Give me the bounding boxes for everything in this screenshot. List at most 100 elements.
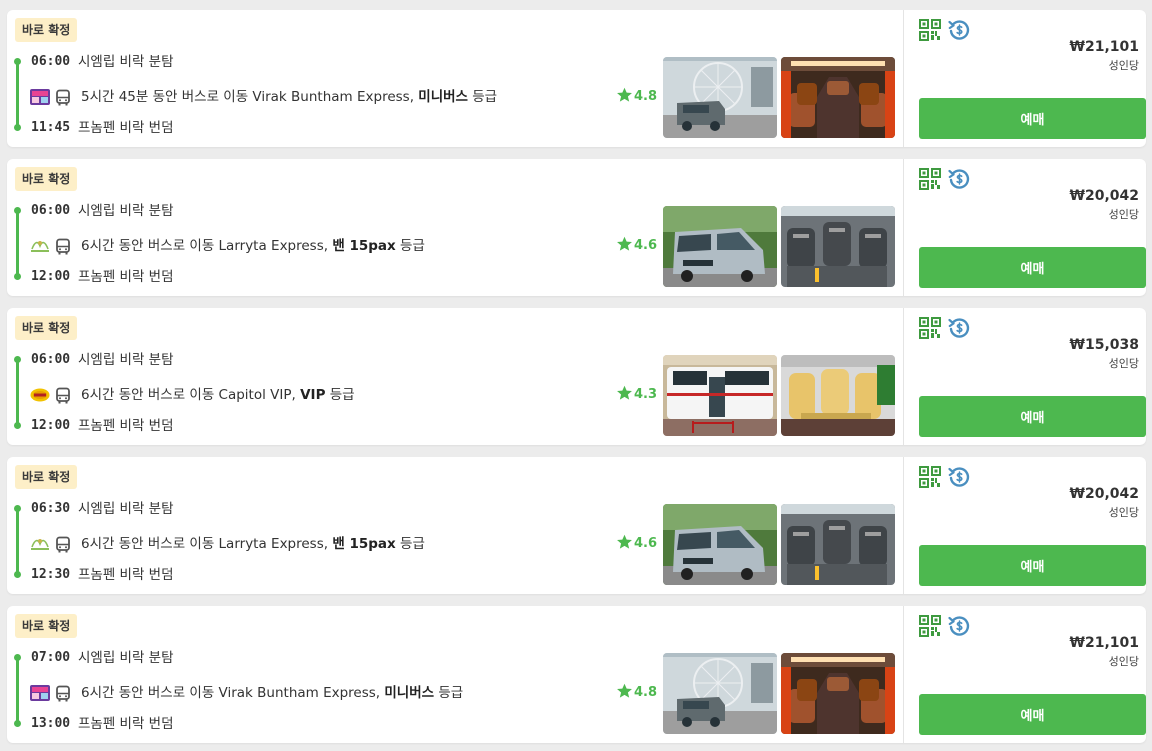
fare-unit: 성인당 <box>1108 506 1139 519</box>
bus-icon <box>54 685 72 703</box>
star-icon <box>617 534 632 549</box>
class-suffix: 등급 <box>467 89 498 105</box>
route-summary: 5시간 45분 동안 버스로 이동 Virak Buntham Express, <box>81 89 419 105</box>
price-panel: ₩20,042 성인당 예매 <box>904 457 1146 594</box>
refund-icon[interactable] <box>948 615 970 637</box>
timeline-line <box>16 208 19 278</box>
trip-card[interactable]: 바로 확정 06:00 시엠립 비락 분탐 6시간 동안 버스로 이동 Larr… <box>7 159 1146 296</box>
fare-unit: 성인당 <box>1108 357 1139 370</box>
qr-code-icon[interactable] <box>919 317 941 339</box>
fare-price: ₩20,042 <box>1069 486 1139 502</box>
arrival-time: 11:45 <box>31 120 71 135</box>
fare-price: ₩21,101 <box>1069 635 1139 651</box>
white-van-open-door-photo[interactable] <box>663 355 777 436</box>
operator-rating[interactable]: 4.6 <box>616 236 657 256</box>
departure-station: 시엠립 비락 분탐 <box>78 352 174 368</box>
class-suffix: 등급 <box>325 387 355 403</box>
operator-rating[interactable]: 4.3 <box>616 385 657 405</box>
arrival-time: 12:30 <box>31 567 71 582</box>
trip-details: 바로 확정 07:00 시엠립 비락 분탐 6시간 동안 버스로 이동 Vira… <box>7 606 903 743</box>
fare-unit: 성인당 <box>1108 655 1139 668</box>
silver-van-photo[interactable] <box>663 504 777 585</box>
instant-confirm-badge: 바로 확정 <box>15 167 78 191</box>
departure-station: 시엠립 비락 분탐 <box>78 203 174 219</box>
arrival-dot <box>14 720 21 727</box>
trip-details: 바로 확정 06:00 시엠립 비락 분탐 5시간 45분 동안 버스로 이동 … <box>7 10 903 147</box>
route-description: 6시간 동안 버스로 이동 Larryta Express, 밴 15pax 등… <box>81 534 425 554</box>
route-summary: 6시간 동안 버스로 이동 Virak Buntham Express, <box>81 685 385 701</box>
ferris-wheel-van-photo[interactable] <box>663 653 777 734</box>
departure-dot <box>14 356 21 363</box>
class-suffix: 등급 <box>434 685 464 701</box>
qr-code-icon[interactable] <box>919 168 941 190</box>
route-description: 6시간 동안 버스로 이동 Capitol VIP, VIP 등급 <box>81 385 355 405</box>
bus-icon <box>54 536 72 554</box>
star-icon <box>617 683 632 698</box>
route-description: 6시간 동안 버스로 이동 Larryta Express, 밴 15pax 등… <box>81 236 425 256</box>
arrival-time: 12:00 <box>31 418 71 433</box>
fare-unit: 성인당 <box>1108 59 1139 72</box>
price-panel: ₩21,101 성인당 예매 <box>904 606 1146 743</box>
qr-code-icon[interactable] <box>919 19 941 41</box>
larryta-logo <box>30 535 50 553</box>
price-panel: ₩20,042 성인당 예매 <box>904 159 1146 296</box>
departure-dot <box>14 654 21 661</box>
trip-details: 바로 확정 06:30 시엠립 비락 분탐 6시간 동안 버스로 이동 Larr… <box>7 457 903 594</box>
departure-station: 시엠립 비락 분탐 <box>78 650 174 666</box>
qr-code-icon[interactable] <box>919 615 941 637</box>
grey-seat-interior-photo[interactable] <box>781 206 895 287</box>
fare-price: ₩21,101 <box>1069 39 1139 55</box>
departure-time: 06:00 <box>31 54 71 69</box>
trip-card[interactable]: 바로 확정 07:00 시엠립 비락 분탐 6시간 동안 버스로 이동 Vira… <box>7 606 1146 743</box>
silver-van-photo[interactable] <box>663 206 777 287</box>
arrival-time: 12:00 <box>31 269 71 284</box>
price-panel: ₩21,101 성인당 예매 <box>904 10 1146 147</box>
brown-seat-interior-photo[interactable] <box>781 653 895 734</box>
seat-class: VIP <box>300 387 326 403</box>
departure-dot <box>14 58 21 65</box>
route-description: 6시간 동안 버스로 이동 Virak Buntham Express, 미니버… <box>81 683 463 703</box>
refund-icon[interactable] <box>948 317 970 339</box>
star-icon <box>617 236 632 251</box>
book-button[interactable]: 예매 <box>919 545 1146 586</box>
refund-icon[interactable] <box>948 466 970 488</box>
route-description: 5시간 45분 동안 버스로 이동 Virak Buntham Express,… <box>81 87 497 107</box>
grey-seat-interior-photo[interactable] <box>781 504 895 585</box>
book-button[interactable]: 예매 <box>919 694 1146 735</box>
yellow-seat-interior-photo[interactable] <box>781 355 895 436</box>
operator-rating[interactable]: 4.8 <box>616 683 657 703</box>
trip-card[interactable]: 바로 확정 06:00 시엠립 비락 분탐 5시간 45분 동안 버스로 이동 … <box>7 10 1146 147</box>
rating-value: 4.8 <box>634 685 658 700</box>
departure-time: 07:00 <box>31 650 71 665</box>
trip-card[interactable]: 바로 확정 06:30 시엠립 비락 분탐 6시간 동안 버스로 이동 Larr… <box>7 457 1146 594</box>
fare-unit: 성인당 <box>1108 208 1139 221</box>
book-button[interactable]: 예매 <box>919 98 1146 139</box>
operator-rating[interactable]: 4.8 <box>616 87 657 107</box>
refund-icon[interactable] <box>948 19 970 41</box>
arrival-station: 프놈펜 비락 번덤 <box>78 418 174 434</box>
refund-icon[interactable] <box>948 168 970 190</box>
qr-code-icon[interactable] <box>919 466 941 488</box>
brown-seat-interior-photo[interactable] <box>781 57 895 138</box>
departure-time: 06:00 <box>31 352 71 367</box>
capitol-logo <box>30 386 50 404</box>
trip-card[interactable]: 바로 확정 06:00 시엠립 비락 분탐 6시간 동안 버스로 이동 Capi… <box>7 308 1146 445</box>
book-button[interactable]: 예매 <box>919 396 1146 437</box>
fare-price: ₩15,038 <box>1069 337 1139 353</box>
departure-dot <box>14 505 21 512</box>
instant-confirm-badge: 바로 확정 <box>15 316 78 340</box>
timeline-line <box>16 59 19 129</box>
departure-time: 06:30 <box>31 501 71 516</box>
arrival-dot <box>14 124 21 131</box>
ferris-wheel-van-photo[interactable] <box>663 57 777 138</box>
book-button[interactable]: 예매 <box>919 247 1146 288</box>
operator-rating[interactable]: 4.6 <box>616 534 657 554</box>
arrival-station: 프놈펜 비락 번덤 <box>78 567 174 583</box>
star-icon <box>617 87 632 102</box>
trip-details: 바로 확정 06:00 시엠립 비락 분탐 6시간 동안 버스로 이동 Larr… <box>7 159 903 296</box>
bus-icon <box>54 89 72 107</box>
arrival-station: 프놈펜 비락 번덤 <box>78 120 174 136</box>
price-panel: ₩15,038 성인당 예매 <box>904 308 1146 445</box>
instant-confirm-badge: 바로 확정 <box>15 18 78 42</box>
departure-station: 시엠립 비락 분탐 <box>78 54 174 70</box>
